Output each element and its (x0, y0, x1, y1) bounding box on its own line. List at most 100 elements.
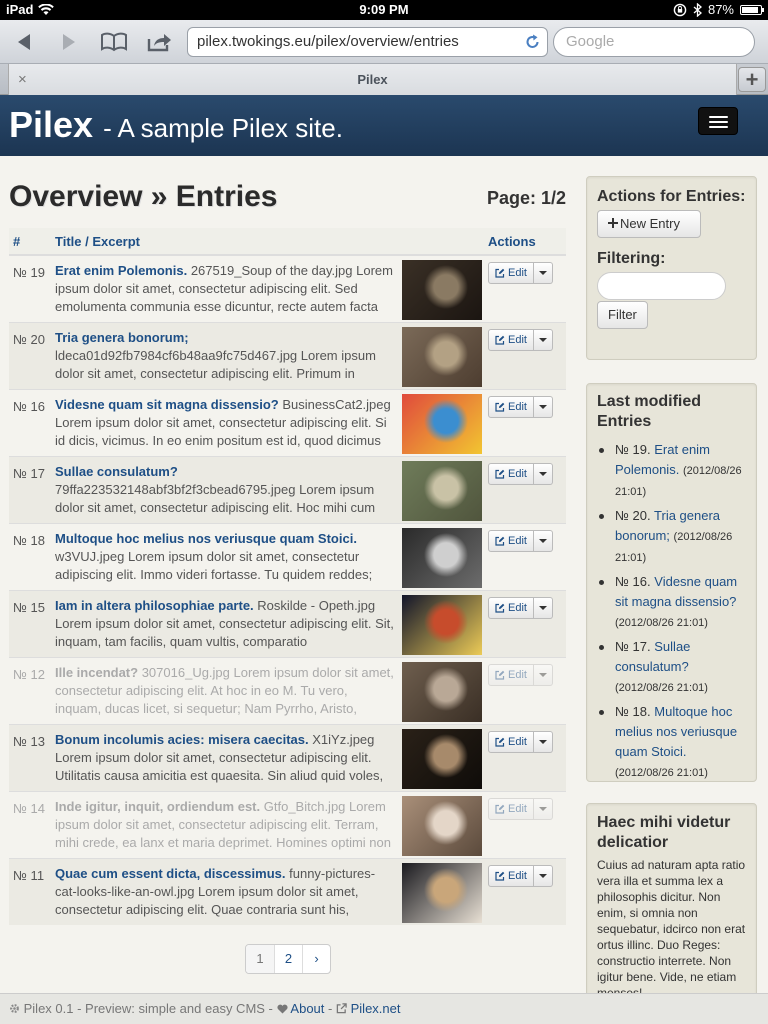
edit-button[interactable]: Edit (488, 797, 534, 820)
entry-excerpt-clip: Quae cum essent dicta, discessimus. funn… (55, 865, 396, 922)
table-row: № 17 Sullae consulatum? 79ffa223532148ab… (9, 455, 566, 523)
entry-thumbnail-cell (400, 589, 484, 657)
edit-label: Edit (508, 735, 527, 748)
edit-dropdown-caret-icon[interactable] (533, 395, 553, 418)
bookmarks-button[interactable] (99, 28, 129, 56)
edit-button[interactable]: Edit (488, 462, 534, 485)
bluetooth-icon (693, 2, 702, 17)
table-row: № 19 Erat enim Polemonis. 267519_Soup of… (9, 255, 566, 322)
edit-dropdown-caret-icon[interactable] (533, 864, 553, 887)
entry-title-link[interactable]: Tria genera bonorum; (55, 330, 189, 345)
reload-icon[interactable] (525, 28, 540, 59)
edit-dropdown-caret-icon[interactable] (533, 663, 553, 686)
entry-excerpt-clip: Multoque hoc melius nos veriusque quam S… (55, 530, 396, 587)
edit-button[interactable]: Edit (488, 596, 534, 619)
entry-thumbnail[interactable] (402, 393, 482, 454)
entry-number: № 17 (9, 455, 51, 523)
last-modified-panel: Last modified Entries № 19. Erat enim Po… (586, 383, 757, 782)
new-tab-button[interactable]: + (738, 67, 766, 92)
entry-title-link[interactable]: Sullae consulatum? (55, 464, 178, 479)
edit-button[interactable]: Edit (488, 262, 534, 284)
tab-pilex[interactable]: × Pilex (8, 64, 737, 95)
edit-dropdown-caret-icon[interactable] (533, 596, 553, 619)
recent-list: № 19. Erat enim Polemonis. (2012/08/26 2… (597, 440, 746, 783)
filtering-title: Filtering: (597, 250, 666, 267)
filter-input[interactable] (597, 272, 726, 300)
edit-button[interactable]: Edit (488, 529, 534, 552)
entry-thumbnail-cell (400, 857, 484, 925)
entry-title-link[interactable]: Erat enim Polemonis. (55, 263, 187, 278)
recent-entry-number: № 16. (615, 574, 651, 589)
edit-button[interactable]: Edit (488, 395, 534, 418)
site-brand[interactable]: Pilex - A sample Pilex site. (9, 104, 343, 146)
entry-title-link[interactable]: Inde igitur, inquit, ordiendum est. (55, 799, 260, 814)
site-header: Pilex - A sample Pilex site. (0, 95, 768, 156)
new-entry-label: New Entry (620, 216, 680, 231)
search-field[interactable]: Google (553, 27, 755, 57)
table-row: № 12 Ille incendat? 307016_Ug.jpg Lorem … (9, 656, 566, 724)
entry-thumbnail-cell (400, 790, 484, 858)
entry-thumbnail[interactable] (402, 326, 482, 387)
new-entry-button[interactable]: New Entry (597, 210, 701, 238)
edit-dropdown-caret-icon[interactable] (533, 730, 553, 753)
edit-label: Edit (508, 601, 527, 614)
entry-actions: Edit (484, 255, 566, 322)
entry-excerpt: Quae cum essent dicta, discessimus. funn… (51, 857, 400, 925)
close-tab-icon[interactable]: × (18, 64, 27, 95)
entry-title-link[interactable]: Bonum incolumis acies: misera caecitas. (55, 732, 309, 747)
edit-button-group: Edit (488, 328, 553, 351)
footer-text: Pilex 0.1 - Preview: simple and easy CMS… (23, 1001, 273, 1016)
page-link-1[interactable]: 1 (246, 945, 274, 973)
address-bar[interactable]: pilex.twokings.eu/pilex/overview/entries (187, 27, 548, 57)
edit-button[interactable]: Edit (488, 663, 534, 686)
entry-title-link[interactable]: Quae cum essent dicta, discessimus. (55, 866, 286, 881)
menu-button[interactable] (698, 107, 738, 135)
entry-title-link[interactable]: Multoque hoc melius nos veriusque quam S… (55, 531, 357, 546)
edit-icon (495, 335, 505, 345)
entry-title-link[interactable]: Iam in altera philosophiae parte. (55, 598, 254, 613)
recent-entry: № 18. Multoque hoc melius nos veriusque … (597, 702, 746, 783)
entry-thumbnail[interactable] (402, 728, 482, 789)
share-button[interactable] (144, 28, 174, 56)
back-arrow-icon (18, 34, 30, 50)
entry-number: № 12 (9, 656, 51, 724)
edit-dropdown-caret-icon[interactable] (533, 797, 553, 820)
table-row: № 15 Iam in altera philosophiae parte. R… (9, 589, 566, 657)
entry-excerpt-clip: Tria genera bonorum; ldeca01d92fb7984cf6… (55, 329, 396, 386)
table-row: № 16 Videsne quam sit magna dissensio? B… (9, 388, 566, 456)
edit-dropdown-caret-icon[interactable] (533, 462, 553, 485)
quote-text: Cuius ad naturam apta ratio vera illa et… (597, 858, 746, 1000)
filter-button[interactable]: Filter (597, 301, 648, 329)
entry-thumbnail[interactable] (402, 260, 482, 320)
entry-title-link[interactable]: Videsne quam sit magna dissensio? (55, 397, 279, 412)
about-link[interactable]: About (290, 1001, 324, 1016)
entry-thumbnail[interactable] (402, 862, 482, 923)
edit-button-group: Edit (488, 529, 553, 552)
edit-button[interactable]: Edit (488, 328, 534, 351)
entry-thumbnail[interactable] (402, 527, 482, 588)
entry-title-link[interactable]: Ille incendat? (55, 665, 138, 680)
edit-dropdown-caret-icon[interactable] (533, 328, 553, 351)
page-link-2[interactable]: 2 (274, 945, 302, 973)
edit-dropdown-caret-icon[interactable] (533, 529, 553, 552)
entry-number: № 19 (13, 265, 46, 280)
back-button[interactable] (9, 28, 39, 56)
entry-excerpt: Ille incendat? 307016_Ug.jpg Lorem ipsum… (51, 656, 400, 724)
orientation-lock-icon (673, 3, 687, 16)
entry-thumbnail[interactable] (402, 795, 482, 856)
forward-button[interactable] (54, 28, 84, 56)
address-text: pilex.twokings.eu/pilex/overview/entries (197, 33, 459, 50)
entry-thumbnail[interactable] (402, 460, 482, 521)
edit-button[interactable]: Edit (488, 864, 534, 887)
entry-excerpt-clip: Erat enim Polemonis. 267519_Soup of the … (55, 262, 396, 319)
page-next[interactable]: › (302, 945, 330, 973)
edit-dropdown-caret-icon[interactable] (533, 262, 553, 284)
brand-name: Pilex (9, 104, 94, 145)
edit-label: Edit (508, 333, 527, 346)
pilex-net-link[interactable]: Pilex.net (351, 1001, 401, 1016)
entry-actions: Edit (484, 455, 566, 523)
entry-thumbnail[interactable] (402, 594, 482, 655)
edit-button[interactable]: Edit (488, 730, 534, 753)
entry-thumbnail[interactable] (402, 661, 482, 722)
heart-icon (276, 1004, 288, 1014)
